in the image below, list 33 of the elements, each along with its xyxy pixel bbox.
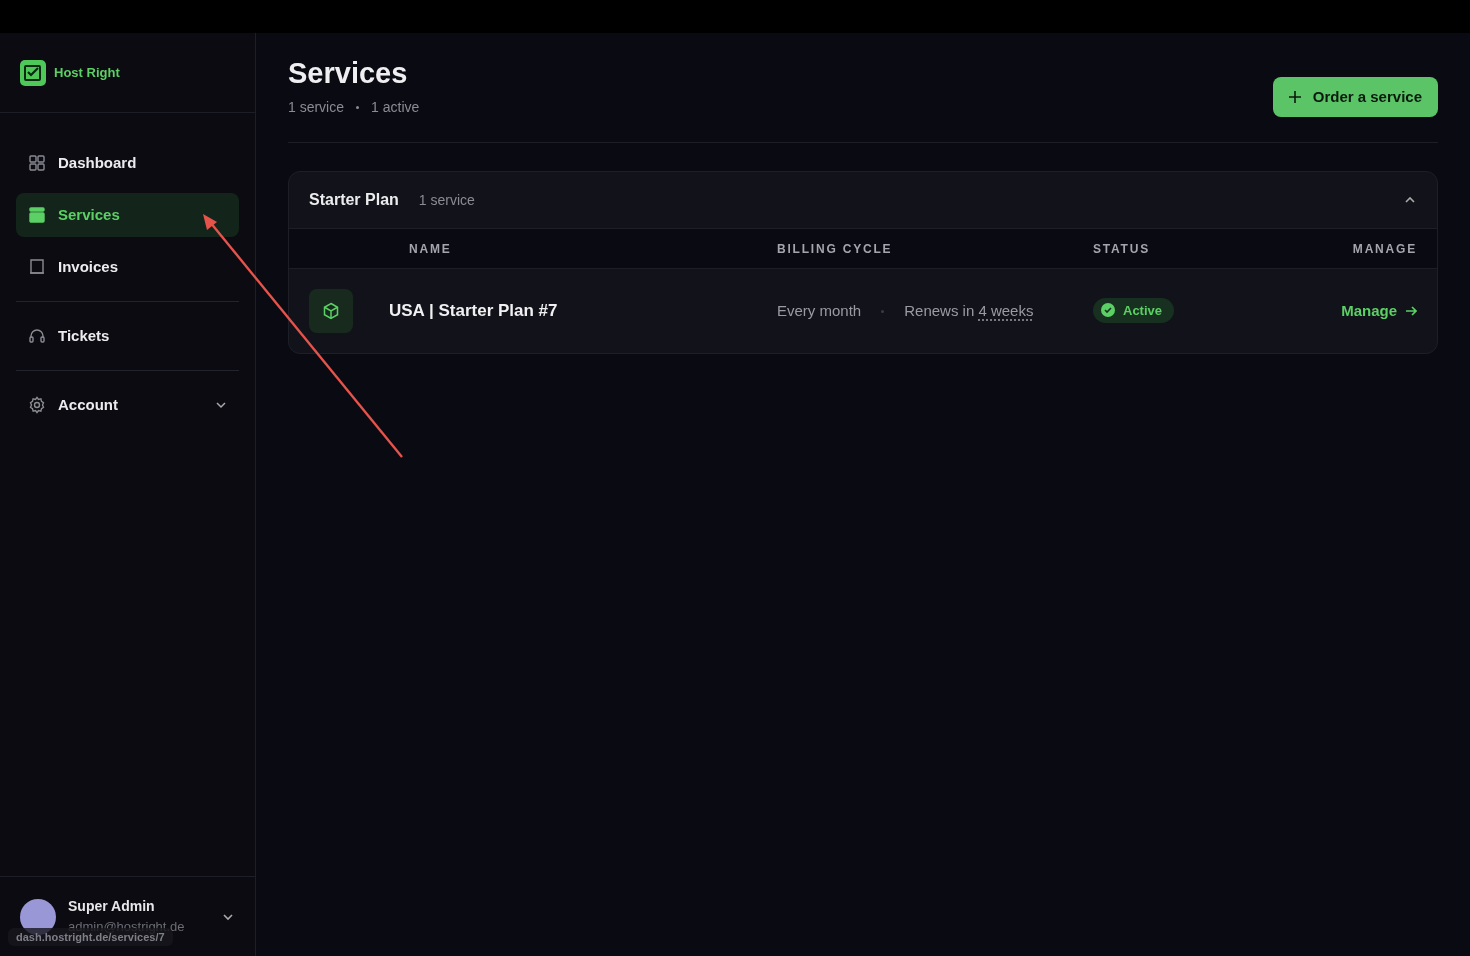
- sidebar-item[interactable]: Dashboard: [16, 141, 239, 185]
- status-badge: Active: [1093, 297, 1175, 323]
- check-circle-icon: [1101, 303, 1115, 318]
- group-count: 1 service: [418, 190, 475, 210]
- chevron-down-icon: [215, 399, 227, 411]
- arrow-right-icon: [1405, 305, 1417, 317]
- tray-icon: [28, 206, 46, 224]
- sidebar-item[interactable]: Invoices: [16, 245, 239, 289]
- gear-icon: [28, 396, 46, 414]
- plus-icon: [1288, 91, 1301, 103]
- sidebar-item[interactable]: Account: [16, 383, 239, 427]
- sidebar-item[interactable]: Tickets: [16, 314, 239, 358]
- logo-icon: [20, 59, 46, 86]
- renewal-text: Renews in 4 weeks: [904, 300, 1034, 321]
- page-title: Services: [288, 57, 409, 89]
- headset-icon: [28, 327, 46, 345]
- column-header: STATUS: [1093, 240, 1152, 258]
- user-name: Super Admin: [68, 897, 156, 917]
- order-service-button[interactable]: Order a service: [1272, 77, 1438, 117]
- page-stat: 1 service: [288, 98, 345, 117]
- column-header: MANAGE: [1352, 240, 1417, 258]
- billing-cycle: Every month: [777, 300, 862, 321]
- brand-name: Host Right: [54, 63, 120, 82]
- column-header: NAME: [409, 240, 453, 258]
- user-email: admin@hostright.de: [68, 918, 186, 935]
- cube-icon: [322, 302, 340, 320]
- column-header: BILLING CYCLE: [777, 240, 894, 258]
- grid-icon: [28, 154, 46, 172]
- manage-link[interactable]: Manage: [1341, 299, 1417, 323]
- page-stat: 1 active: [371, 98, 420, 117]
- group-title: Starter Plan: [309, 190, 399, 210]
- service-name[interactable]: USA | Starter Plan #7: [389, 298, 777, 324]
- sidebar-item[interactable]: Services: [16, 193, 239, 237]
